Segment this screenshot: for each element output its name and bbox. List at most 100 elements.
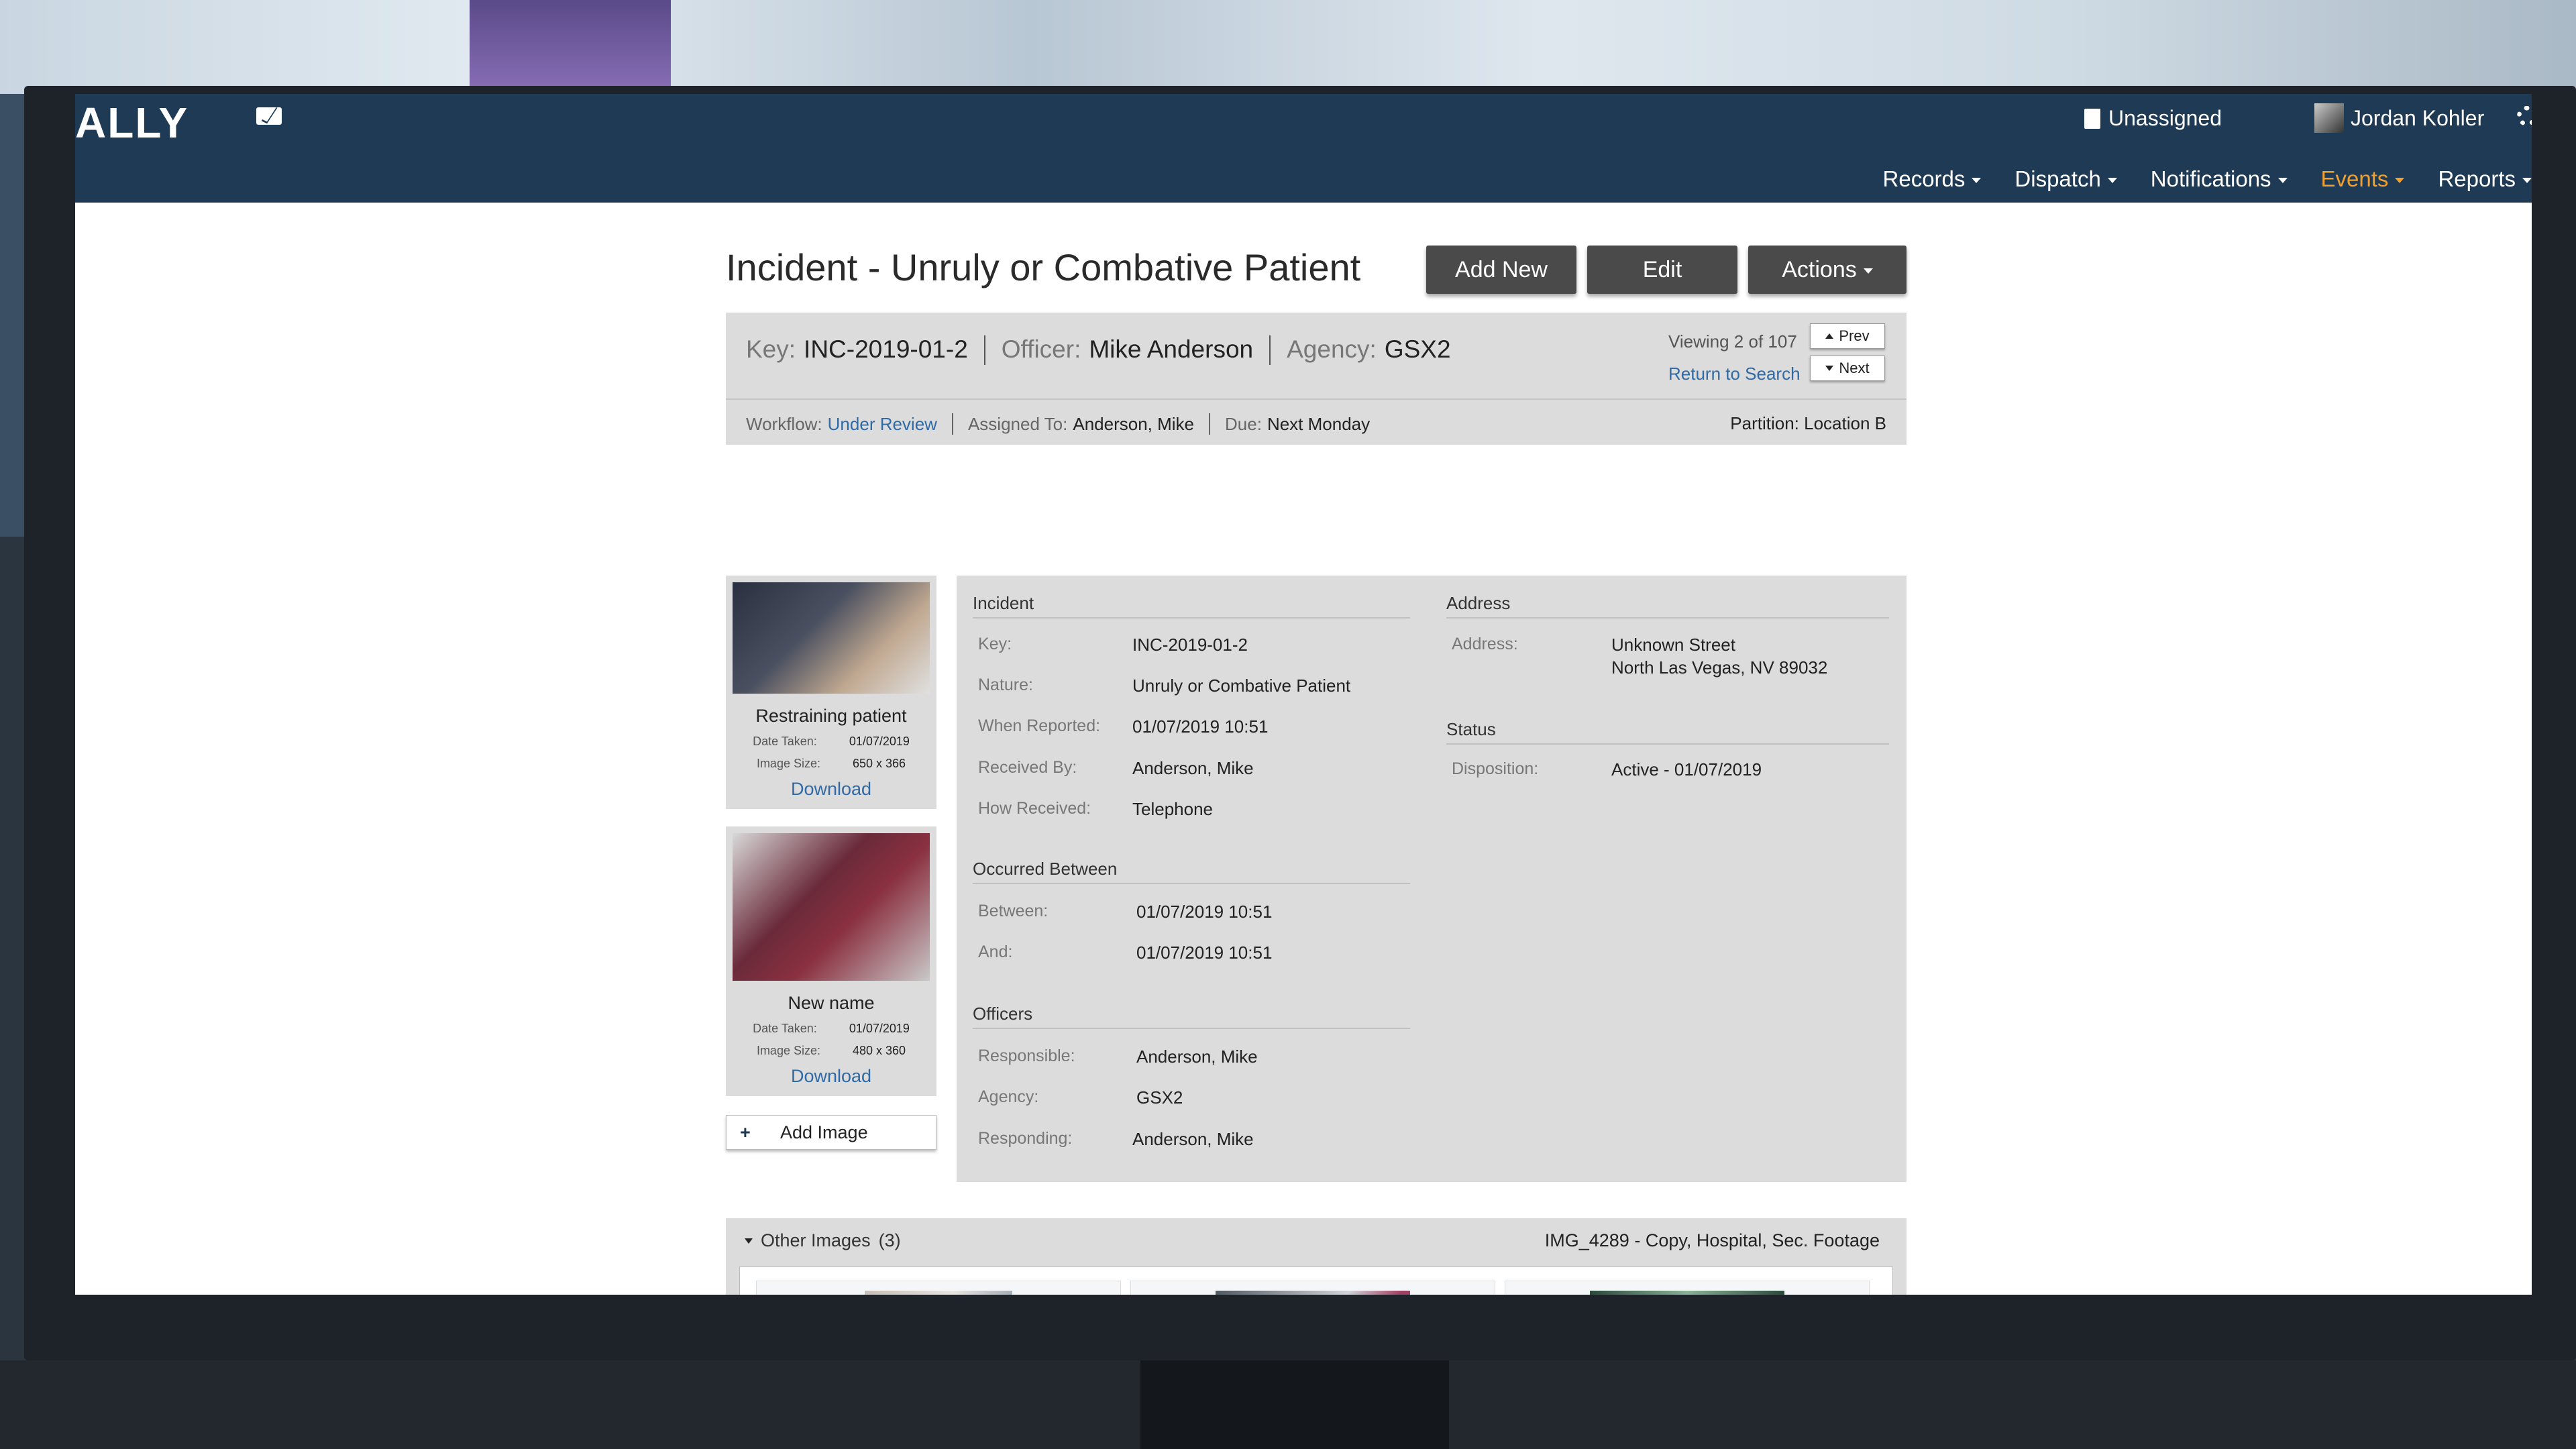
key-value: INC-2019-01-2 <box>804 335 968 363</box>
date-value: 01/07/2019 <box>849 1022 910 1035</box>
other-images-toggle[interactable]: Other Images (3) <box>745 1230 901 1251</box>
background-wall <box>0 0 2576 94</box>
main-nav: Records Dispatch Notifications Events Re… <box>1883 166 2532 192</box>
user-name: Jordan Kohler <box>2351 105 2485 130</box>
download-link[interactable]: Download <box>726 1066 936 1087</box>
officer-label: Officer: <box>1001 335 1081 363</box>
gallery-item[interactable] <box>1130 1281 1495 1295</box>
gallery-thumbnail[interactable] <box>1590 1291 1784 1295</box>
gallery-item[interactable] <box>756 1281 1121 1295</box>
prev-label: Prev <box>1839 327 1870 344</box>
field-value: GSX2 <box>1136 1087 1183 1108</box>
document-icon <box>2084 108 2100 129</box>
due-label: Due: <box>1225 413 1262 434</box>
field-value: Telephone <box>1132 799 1213 819</box>
viewing-count: Viewing 2 of 107 <box>1668 331 1797 352</box>
field-value: 01/07/2019 10:51 <box>1136 902 1273 922</box>
date-label: Date Taken: <box>753 735 817 748</box>
status-heading: Status <box>1446 719 1496 739</box>
prev-button[interactable]: Prev <box>1810 323 1885 349</box>
gallery-thumbnail[interactable] <box>1216 1291 1410 1295</box>
add-new-button[interactable]: Add New <box>1426 246 1576 294</box>
address-line1: Unknown Street <box>1611 635 1735 655</box>
actions-label: Actions <box>1782 256 1857 282</box>
nav-notifications[interactable]: Notifications <box>2151 166 2288 192</box>
section-divider <box>1446 743 1889 745</box>
download-link[interactable]: Download <box>726 779 936 800</box>
plus-icon: + <box>740 1122 751 1142</box>
user-menu[interactable]: Jordan Kohler <box>2314 103 2484 133</box>
background-edge <box>0 94 24 537</box>
section-divider <box>973 1028 1410 1029</box>
image-card: Restraining patient Date Taken: 01/07/201… <box>726 576 936 809</box>
due-value: Next Monday <box>1267 413 1371 434</box>
field-label: When Reported: <box>978 716 1101 735</box>
size-value: 480 x 360 <box>852 1044 906 1057</box>
workflow-label: Workflow: <box>746 413 822 434</box>
page-title: Incident - Unruly or Combative Patient <box>726 246 1361 288</box>
date-value: 01/07/2019 <box>849 735 910 748</box>
divider <box>951 413 953 435</box>
field-label: Between: <box>978 902 1049 920</box>
image-name: Restraining patient <box>755 706 907 726</box>
other-images-caption: IMG_4289 - Copy, Hospital, Sec. Footage <box>1544 1230 1880 1250</box>
nav-records-label: Records <box>1882 166 1966 191</box>
field-value: Anderson, Mike <box>1132 758 1254 778</box>
other-images-count: (3) <box>878 1230 901 1250</box>
caret-down-icon <box>2107 178 2117 183</box>
nav-events[interactable]: Events <box>2321 166 2405 192</box>
actions-button[interactable]: Actions <box>1748 246 1907 294</box>
nav-records[interactable]: Records <box>1883 166 1982 192</box>
field-value: Active - 01/07/2019 <box>1611 759 1762 780</box>
chevron-down-icon <box>745 1238 753 1244</box>
size-value: 650 x 366 <box>852 757 906 770</box>
app-logo[interactable]: ALLY <box>75 98 189 148</box>
size-label: Image Size: <box>756 757 820 770</box>
next-label: Next <box>1839 360 1870 376</box>
field-label: Nature: <box>978 676 1033 694</box>
officers-heading: Officers <box>973 1004 1033 1024</box>
return-to-search-link[interactable]: Return to Search <box>1668 364 1801 384</box>
divider <box>1209 413 1211 435</box>
image-date: Date Taken: 01/07/2019 <box>726 1022 936 1036</box>
nav-notifications-label: Notifications <box>2150 166 2271 191</box>
key-label: Key: <box>746 335 796 363</box>
section-divider <box>1446 617 1889 619</box>
gallery-item[interactable] <box>1505 1281 1870 1295</box>
image-thumbnail[interactable] <box>733 833 930 981</box>
field-label: Responding: <box>978 1129 1073 1148</box>
gear-icon[interactable] <box>2517 106 2532 126</box>
edit-button[interactable]: Edit <box>1587 246 1737 294</box>
field-value: INC-2019-01-2 <box>1132 635 1248 655</box>
field-value: 01/07/2019 10:51 <box>1136 943 1273 963</box>
app-screen: ALLY Unassigned Jordan Kohler Records Di… <box>75 94 2532 1295</box>
field-value: Anderson, Mike <box>1132 1129 1254 1149</box>
image-card: New name Date Taken: 01/07/2019 Image Siz… <box>726 826 936 1096</box>
field-value: Unruly or Combative Patient <box>1132 676 1351 696</box>
field-label: How Received: <box>978 799 1091 818</box>
field-label: Key: <box>978 635 1012 653</box>
nav-reports-label: Reports <box>2438 166 2516 191</box>
officer-value: Mike Anderson <box>1089 335 1254 363</box>
next-button[interactable]: Next <box>1810 356 1885 381</box>
avatar <box>2314 103 2344 133</box>
other-images-panel: Other Images (3) IMG_4289 - Copy, Hospit… <box>726 1218 1907 1295</box>
mail-icon[interactable] <box>256 107 282 125</box>
image-thumbnail[interactable] <box>733 582 930 694</box>
nav-events-label: Events <box>2320 166 2389 191</box>
date-label: Date Taken: <box>753 1022 817 1035</box>
caret-down-icon <box>2277 178 2288 183</box>
add-image-button[interactable]: + Add Image <box>726 1115 936 1150</box>
assigned-label: Assigned To: <box>967 413 1068 434</box>
image-name: New name <box>788 993 875 1013</box>
partition-label: Partition: Location B <box>1730 413 1886 433</box>
gallery-thumbnail[interactable] <box>865 1291 1012 1295</box>
field-value: Anderson, Mike <box>1136 1046 1258 1067</box>
nav-reports[interactable]: Reports <box>2438 166 2532 192</box>
caret-down-icon <box>1972 178 1982 183</box>
unassigned-link[interactable]: Unassigned <box>2084 106 2222 131</box>
address-line2: North Las Vegas, NV 89032 <box>1611 657 1828 678</box>
summary-secondary: Workflow: Under Review Assigned To: Anders… <box>746 413 1370 435</box>
nav-dispatch[interactable]: Dispatch <box>2015 166 2117 192</box>
workflow-link[interactable]: Under Review <box>828 414 937 435</box>
